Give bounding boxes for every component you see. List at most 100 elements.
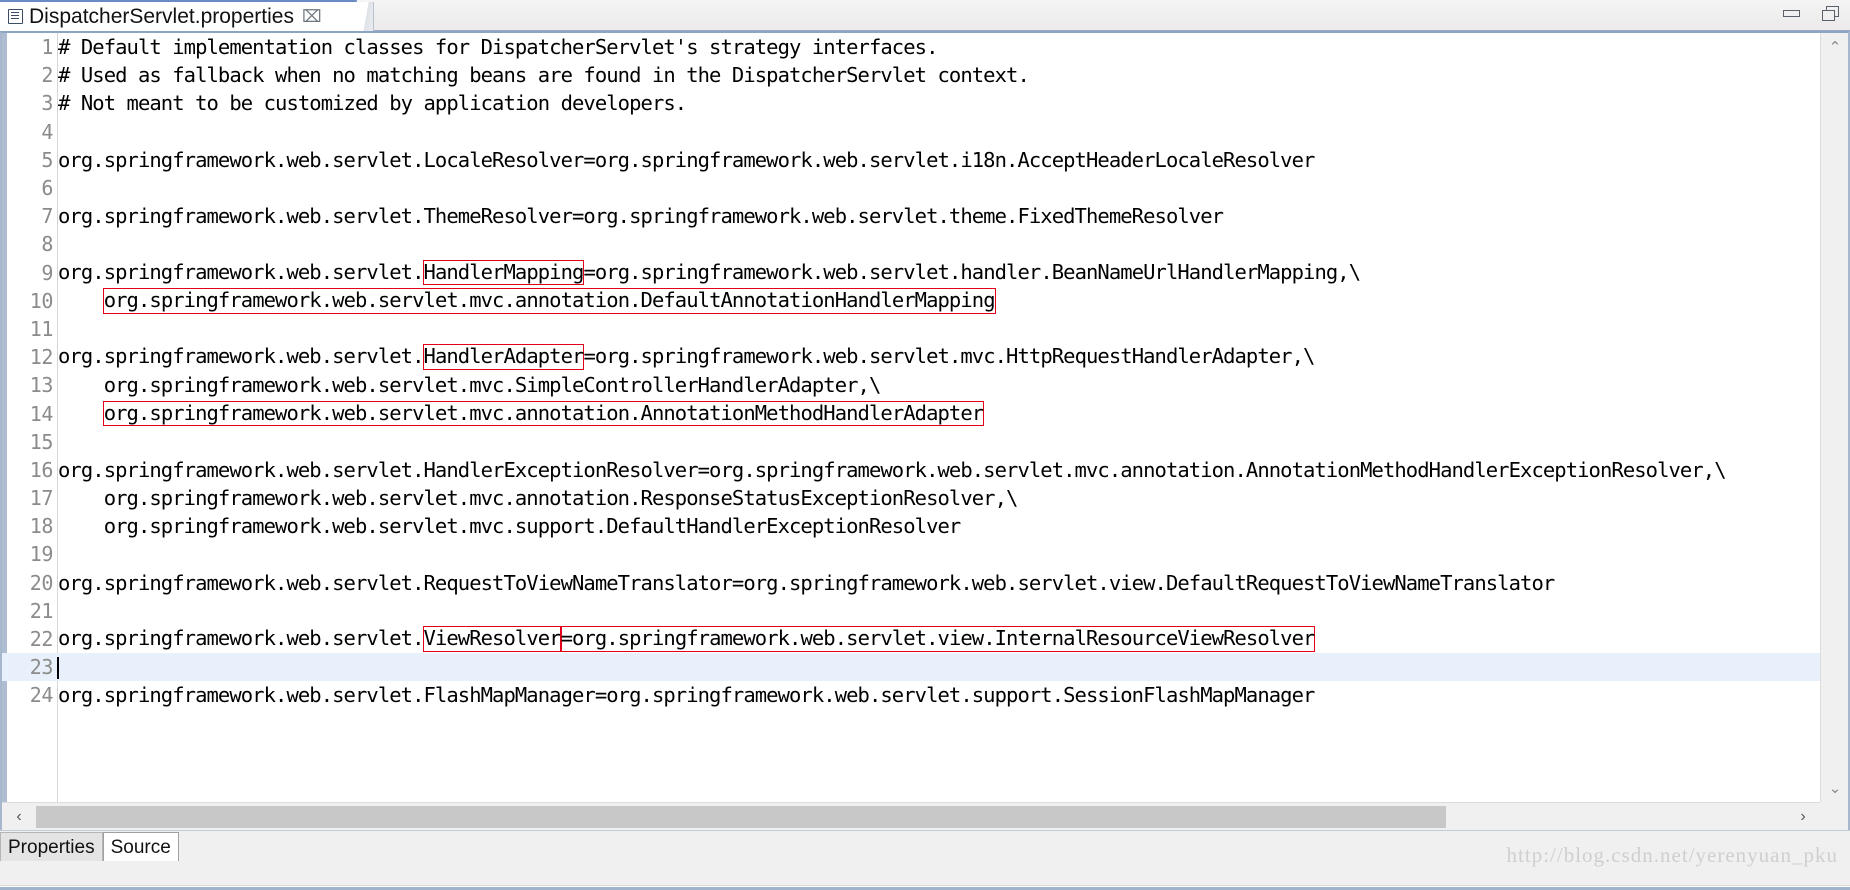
code-line[interactable]: 18 org.springframework.web.servlet.mvc.s…	[2, 512, 1820, 540]
code-line[interactable]: 4	[2, 118, 1820, 146]
code-line[interactable]: 5 org.springframework.web.servlet.LocaleR…	[2, 146, 1820, 174]
bottom-tab-properties[interactable]: Properties	[0, 832, 103, 861]
code-text: org.springframework.web.servlet.mvc.Simp…	[54, 373, 882, 397]
code-line[interactable]: 1 # Default implementation classes for Di…	[2, 33, 1820, 61]
scroll-up-icon[interactable]: ⌃	[1821, 33, 1849, 61]
window-bottom-border	[0, 885, 1850, 890]
code-span: org.springframework.web.servlet.ThemeRes…	[58, 204, 1224, 229]
code-text: # Not meant to be customized by applicat…	[54, 91, 687, 116]
code-line[interactable]: 21	[2, 597, 1820, 625]
line-number: 18	[29, 514, 54, 539]
bottom-tab-source[interactable]: Source	[102, 832, 179, 861]
line-number: 16	[29, 457, 54, 482]
code-lines: 1 # Default implementation classes for Di…	[2, 33, 1820, 710]
code-line[interactable]: 12 org.springframework.web.servlet.Handle…	[2, 343, 1820, 371]
code-text: # Used as fallback when no matching bean…	[54, 63, 1030, 87]
annotation-box: HandlerAdapter	[422, 344, 585, 370]
code-text: # Default implementation classes for Dis…	[54, 35, 938, 59]
line-number: 1	[41, 35, 53, 60]
scroll-left-icon[interactable]: ‹	[2, 804, 36, 830]
minimize-icon[interactable]	[1782, 6, 1800, 20]
line-number: 11	[29, 316, 54, 341]
code-span: org.springframework.web.servlet.mvc.supp…	[58, 514, 962, 539]
code-line[interactable]: 7 org.springframework.web.servlet.ThemeRe…	[2, 202, 1820, 230]
line-number: 10	[29, 288, 54, 313]
eclipse-editor-window: DispatcherServlet.properties ⌧ 1 # Defaul…	[0, 0, 1850, 890]
editor-pane: 1 # Default implementation classes for Di…	[0, 31, 1850, 830]
annotation-box: org.springframework.web.servlet.mvc.anno…	[102, 400, 985, 427]
code-line[interactable]: 22 org.springframework.web.servlet.ViewRe…	[2, 625, 1820, 653]
line-number: 21	[29, 598, 54, 623]
horizontal-scrollbar[interactable]: ‹ ›	[2, 802, 1820, 830]
close-icon[interactable]: ⌧	[302, 8, 322, 25]
code-span: # Default implementation classes for Dis…	[58, 35, 938, 60]
line-number: 8	[41, 232, 53, 257]
code-text: org.springframework.web.servlet.RequestT…	[54, 570, 1555, 595]
maximize-icon[interactable]	[1822, 6, 1840, 21]
code-span: org.springframework.web.servlet.	[58, 259, 424, 284]
code-span: # Not meant to be customized by applicat…	[58, 91, 687, 116]
code-line[interactable]: 16 org.springframework.web.servlet.Handle…	[2, 456, 1820, 484]
code-span: org.springframework.web.servlet.mvc.anno…	[58, 486, 1019, 511]
line-number: 6	[41, 176, 53, 201]
code-line[interactable]: 24 org.springframework.web.servlet.FlashM…	[2, 681, 1820, 709]
editor-tab-label: DispatcherServlet.properties	[29, 5, 294, 28]
code-text: org.springframework.web.servlet.mvc.anno…	[54, 486, 1019, 511]
code-span: org.springframework.web.servlet.LocaleRe…	[58, 147, 1315, 172]
code-line[interactable]: 20 org.springframework.web.servlet.Reques…	[2, 569, 1820, 597]
line-number: 20	[29, 570, 54, 595]
code-span: org.springframework.web.servlet.FlashMap…	[58, 683, 1315, 708]
line-number: 17	[29, 486, 54, 511]
line-number: 23	[29, 655, 54, 680]
scroll-down-icon[interactable]: ⌄	[1821, 774, 1849, 802]
hscroll-thumb[interactable]	[36, 805, 1446, 828]
line-number: 5	[41, 147, 53, 172]
line-number: 9	[41, 260, 53, 285]
code-line[interactable]: 14 org.springframework.web.servlet.mvc.a…	[2, 399, 1820, 427]
code-span: =org.springframework.web.servlet.handler…	[583, 259, 1361, 284]
code-text: org.springframework.web.servlet.HandlerM…	[54, 259, 1361, 286]
code-span	[58, 401, 104, 425]
line-number: 15	[29, 429, 54, 454]
vertical-scrollbar[interactable]: ⌃ ⌄	[1820, 33, 1848, 802]
editor-tab-bar: DispatcherServlet.properties ⌧	[0, 0, 1850, 33]
line-number: 2	[41, 63, 53, 88]
editor-tab-dispatcherservlet-properties[interactable]: DispatcherServlet.properties ⌧	[0, 0, 374, 33]
code-text: org.springframework.web.servlet.mvc.supp…	[54, 514, 962, 539]
code-line[interactable]: 11	[2, 315, 1820, 343]
properties-file-icon	[8, 9, 23, 24]
code-text: org.springframework.web.servlet.HandlerA…	[54, 344, 1315, 370]
annotation-box: HandlerMapping	[422, 259, 585, 286]
text-cursor	[57, 657, 59, 680]
code-line[interactable]: 3 # Not meant to be customized by applica…	[2, 89, 1820, 117]
code-line[interactable]: 19	[2, 540, 1820, 568]
line-number: 13	[29, 373, 54, 398]
code-line[interactable]: 6	[2, 174, 1820, 202]
scrollbar-corner	[1820, 802, 1848, 830]
code-viewport[interactable]: 1 # Default implementation classes for Di…	[2, 33, 1820, 802]
code-line[interactable]: 8	[2, 230, 1820, 258]
code-span	[58, 288, 104, 312]
code-line[interactable]: 15	[2, 428, 1820, 456]
code-span: org.springframework.web.servlet.HandlerE…	[58, 457, 1727, 482]
code-text	[54, 655, 59, 680]
code-line[interactable]: 23	[2, 653, 1820, 682]
code-span: org.springframework.web.servlet.	[58, 344, 424, 369]
code-text: org.springframework.web.servlet.LocaleRe…	[54, 147, 1315, 172]
line-number: 4	[41, 119, 53, 144]
scroll-right-icon[interactable]: ›	[1786, 804, 1820, 830]
bottom-tab-list: Properties Source	[0, 831, 179, 861]
code-line[interactable]: 10 org.springframework.web.servlet.mvc.a…	[2, 287, 1820, 315]
annotation-box: ViewResolver	[422, 626, 562, 652]
code-line[interactable]: 9 org.springframework.web.servlet.Handler…	[2, 259, 1820, 287]
code-line[interactable]: 17 org.springframework.web.servlet.mvc.a…	[2, 484, 1820, 512]
hscroll-track[interactable]	[36, 803, 1786, 830]
code-line[interactable]: 13 org.springframework.web.servlet.mvc.S…	[2, 371, 1820, 399]
watermark-text: http://blog.csdn.net/yerenyuan_pku	[1506, 843, 1838, 867]
code-text: org.springframework.web.servlet.FlashMap…	[54, 683, 1315, 708]
window-controls	[1782, 6, 1840, 21]
code-line[interactable]: 2 # Used as fallback when no matching bea…	[2, 61, 1820, 89]
code-span: org.springframework.web.servlet.RequestT…	[58, 570, 1555, 595]
annotation-box: =org.springframework.web.servlet.view.In…	[559, 626, 1316, 652]
code-text: org.springframework.web.servlet.mvc.anno…	[54, 400, 985, 427]
